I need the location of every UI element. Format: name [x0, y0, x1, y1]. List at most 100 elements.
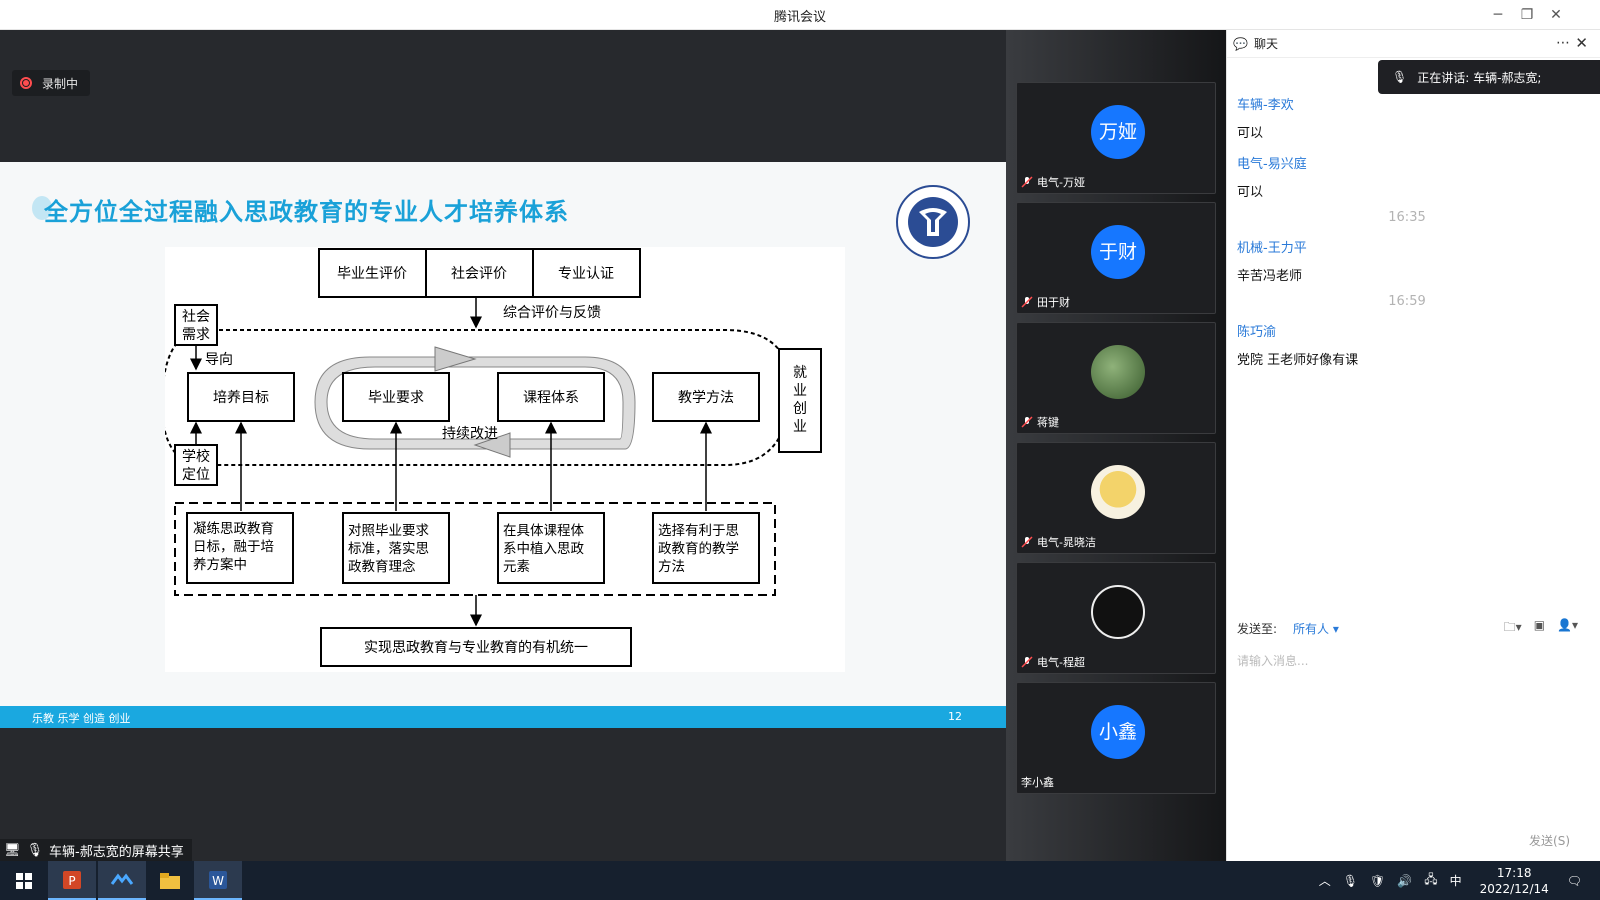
mic-muted-icon [1021, 296, 1033, 308]
top-box-label: 社会评价 [451, 266, 507, 282]
participant-tile[interactable]: 万娅 电气-万娅 [1016, 82, 1216, 194]
slide-footer: 乐教 乐学 创造 创业 12 [0, 706, 1006, 728]
message-text: 可以 [1237, 126, 1264, 141]
word-icon[interactable]: W [194, 861, 242, 900]
file-explorer-icon[interactable] [146, 861, 194, 900]
send-button[interactable]: 发送(S) [1529, 832, 1570, 849]
employment-label: 业 [793, 419, 807, 435]
sharer-name: 车辆-郝志宽的屏幕共享 [49, 844, 184, 860]
bottom-box-text: 政教育理念 [348, 558, 416, 575]
participant-tile[interactable]: 蒋键 [1016, 322, 1216, 434]
bottom-box-text: 养方案中 [193, 556, 247, 573]
avatar: 于财 [1091, 225, 1145, 279]
chevron-up-icon[interactable]: ︿ [1319, 872, 1331, 889]
participant-name: 电气-晁晓洁 [1037, 536, 1096, 549]
participant-tile[interactable]: 小鑫 李小鑫 [1016, 682, 1216, 794]
send-to-value: 所有人 [1293, 622, 1330, 636]
notification-icon[interactable]: 🗨 [1567, 874, 1582, 888]
app-root: 腾讯会议 ─ ❐ ✕ 录制中 全方位全过程融入思政教育的专业人才培养体系 毕业生… [0, 0, 1600, 900]
start-icon[interactable] [0, 861, 48, 900]
mic-muted-icon [1021, 416, 1033, 428]
restore-icon[interactable]: ❐ [1516, 4, 1538, 26]
title-bar: 腾讯会议 ─ ❐ ✕ [0, 0, 1600, 30]
shared-screen: 录制中 全方位全过程融入思政教育的专业人才培养体系 毕业生评价 社会评价 专业认… [0, 30, 1006, 861]
message-input[interactable]: 请输入消息... [1237, 652, 1308, 669]
minimize-icon[interactable]: ─ [1487, 4, 1509, 26]
window-title: 腾讯会议 [773, 10, 826, 25]
feedback-label: 综合评价与反馈 [503, 305, 601, 321]
send-to-select[interactable]: 所有人 ▾ [1293, 620, 1339, 637]
participant-panel: 万娅 电气-万娅 于财 田于财 蒋键 电气-晁晓洁 电气-程超 小鑫 李小鑫 [1006, 30, 1226, 861]
participant-name: 电气-万娅 [1037, 176, 1085, 189]
mic-muted-icon [1021, 176, 1033, 188]
chat-toolbar: 🗀▾ ▣ 👤▾ [1504, 618, 1578, 639]
employment-label: 就 [793, 365, 807, 381]
social-need-label: 需求 [182, 327, 210, 343]
participant-tile[interactable]: 电气-晁晓洁 [1016, 442, 1216, 554]
announcement-icon[interactable]: ▣ [1534, 618, 1545, 639]
recording-indicator[interactable]: 录制中 [12, 70, 91, 96]
file-icon[interactable]: 🗀▾ [1504, 618, 1522, 639]
avatar-image [1091, 585, 1145, 639]
social-need-label: 社会 [182, 309, 210, 325]
university-logo [896, 185, 970, 259]
microphone-icon[interactable]: 🎙 [1343, 874, 1358, 888]
clock-time: 17:18 [1496, 865, 1532, 880]
middle-box-label: 培养目标 [213, 390, 269, 406]
screen-share-label[interactable]: 🖥 🎙 车辆-郝志宽的屏幕共享 [0, 839, 192, 861]
chat-panel: 💬 聊天 ⋯ ✕ 🎙 正在讲话: 车辆-郝志宽; 车辆-李欢 可以 电气-易兴庭… [1226, 30, 1600, 861]
bottom-box-text: 对照毕业要求 [348, 523, 429, 539]
avatar-image [1091, 345, 1145, 399]
participant-name: 李小鑫 [1021, 776, 1054, 789]
message-sender[interactable]: 车辆-李欢 [1237, 94, 1577, 113]
close-chat-icon[interactable]: ✕ [1575, 34, 1588, 52]
security-icon[interactable]: 🛡 [1370, 874, 1385, 888]
clock[interactable]: 17:18 2022/12/14 [1480, 865, 1549, 897]
powerpoint-icon[interactable]: P [48, 861, 96, 900]
participant-name: 电气-程超 [1037, 656, 1085, 669]
bottom-box-text: 日标，融于培 [193, 539, 274, 555]
chat-header: 💬 聊天 ⋯ ✕ [1227, 30, 1600, 58]
close-window-icon[interactable]: ✕ [1545, 4, 1567, 26]
slide-motto: 乐教 乐学 创造 创业 [32, 712, 131, 725]
bottom-box-text: 方法 [658, 559, 685, 575]
chat-icon: 💬 [1233, 36, 1248, 51]
middle-box-label: 毕业要求 [368, 390, 424, 406]
participant-name: 蒋键 [1037, 416, 1059, 429]
message-text: 辛苦冯老师 [1237, 269, 1303, 284]
clock-date: 2022/12/14 [1479, 881, 1549, 896]
message-sender[interactable]: 陈巧渝 [1237, 321, 1577, 340]
bottom-box-text: 凝练思政教育 [193, 521, 274, 537]
bottom-box-text: 元素 [503, 559, 530, 575]
bottom-box-text: 选择有利于思 [658, 523, 739, 539]
chat-title: 聊天 [1253, 37, 1278, 51]
result-box-label: 实现思政教育与专业教育的有机统一 [364, 640, 588, 656]
network-icon[interactable]: 🖧 [1424, 870, 1437, 891]
middle-box-label: 教学方法 [678, 390, 734, 406]
bottom-box-text: 政教育的教学 [658, 541, 739, 557]
slide-title: 全方位全过程融入思政教育的专业人才培养体系 [44, 198, 569, 226]
improve-label: 持续改进 [442, 425, 498, 442]
mic-icon: 🎙 [26, 842, 44, 858]
avatar: 小鑫 [1091, 705, 1145, 759]
record-icon [20, 77, 32, 89]
tencent-meeting-icon[interactable] [98, 861, 146, 900]
screen-share-icon: 🖥 [4, 842, 21, 858]
training-system-diagram: 毕业生评价 社会评价 专业认证 综合评价与反馈 社会 需求 导向 学校 定位 持… [165, 247, 845, 672]
message-sender[interactable]: 电气-易兴庭 [1237, 153, 1577, 172]
message-sender[interactable]: 机械-王力平 [1237, 237, 1577, 256]
message-text: 可以 [1237, 185, 1264, 200]
slide-page-number: 12 [948, 710, 962, 723]
ime-indicator[interactable]: 中 [1450, 872, 1462, 889]
volume-icon[interactable]: 🔊 [1397, 874, 1412, 888]
participant-tile[interactable]: 电气-程超 [1016, 562, 1216, 674]
member-icon[interactable]: 👤▾ [1557, 618, 1578, 639]
school-position-label: 学校 [182, 448, 210, 465]
bottom-box-text: 在具体课程体 [503, 523, 584, 539]
participant-tile[interactable]: 于财 田于财 [1016, 202, 1216, 314]
middle-box-label: 课程体系 [523, 390, 579, 406]
avatar: 万娅 [1091, 105, 1145, 159]
svg-text:W: W [212, 874, 224, 888]
svg-text:P: P [68, 874, 75, 888]
more-icon[interactable]: ⋯ [1556, 35, 1570, 51]
